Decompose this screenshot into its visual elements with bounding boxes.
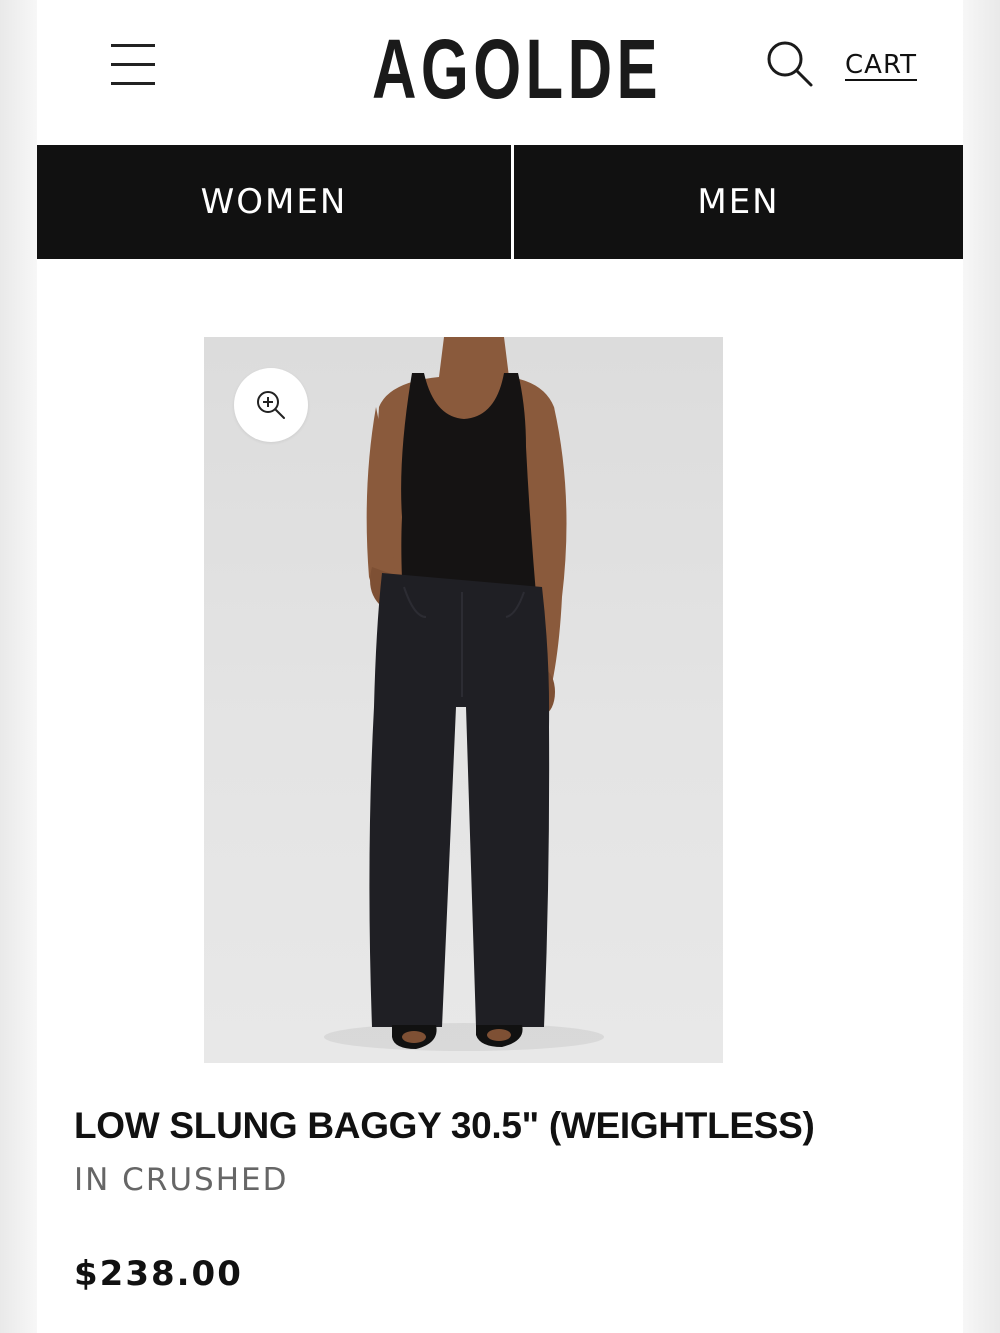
page: AGOLDE CART WOMEN MEN LOW SLUNG BAGGY 30…: [37, 0, 963, 1333]
zoom-button[interactable]: [234, 368, 308, 442]
tab-women[interactable]: WOMEN: [37, 145, 511, 259]
agolde-logo[interactable]: AGOLDE: [367, 20, 667, 110]
tab-men[interactable]: MEN: [514, 145, 963, 259]
hamburger-menu-icon[interactable]: [109, 40, 157, 88]
cart-link[interactable]: CART: [845, 50, 917, 80]
model-photo: [324, 337, 604, 1051]
zoom-in-icon: [257, 391, 285, 419]
logo-text: AGOLDE: [372, 22, 662, 110]
category-nav: WOMEN MEN: [37, 145, 963, 259]
product-title: LOW SLUNG BAGGY 30.5" (WEIGHTLESS): [74, 1105, 815, 1146]
product-color: IN CRUSHED: [74, 1162, 289, 1198]
site-header: AGOLDE CART: [37, 0, 963, 145]
product-image[interactable]: [204, 337, 723, 1063]
search-icon[interactable]: [764, 38, 816, 90]
product-price: $238.00: [74, 1254, 243, 1294]
